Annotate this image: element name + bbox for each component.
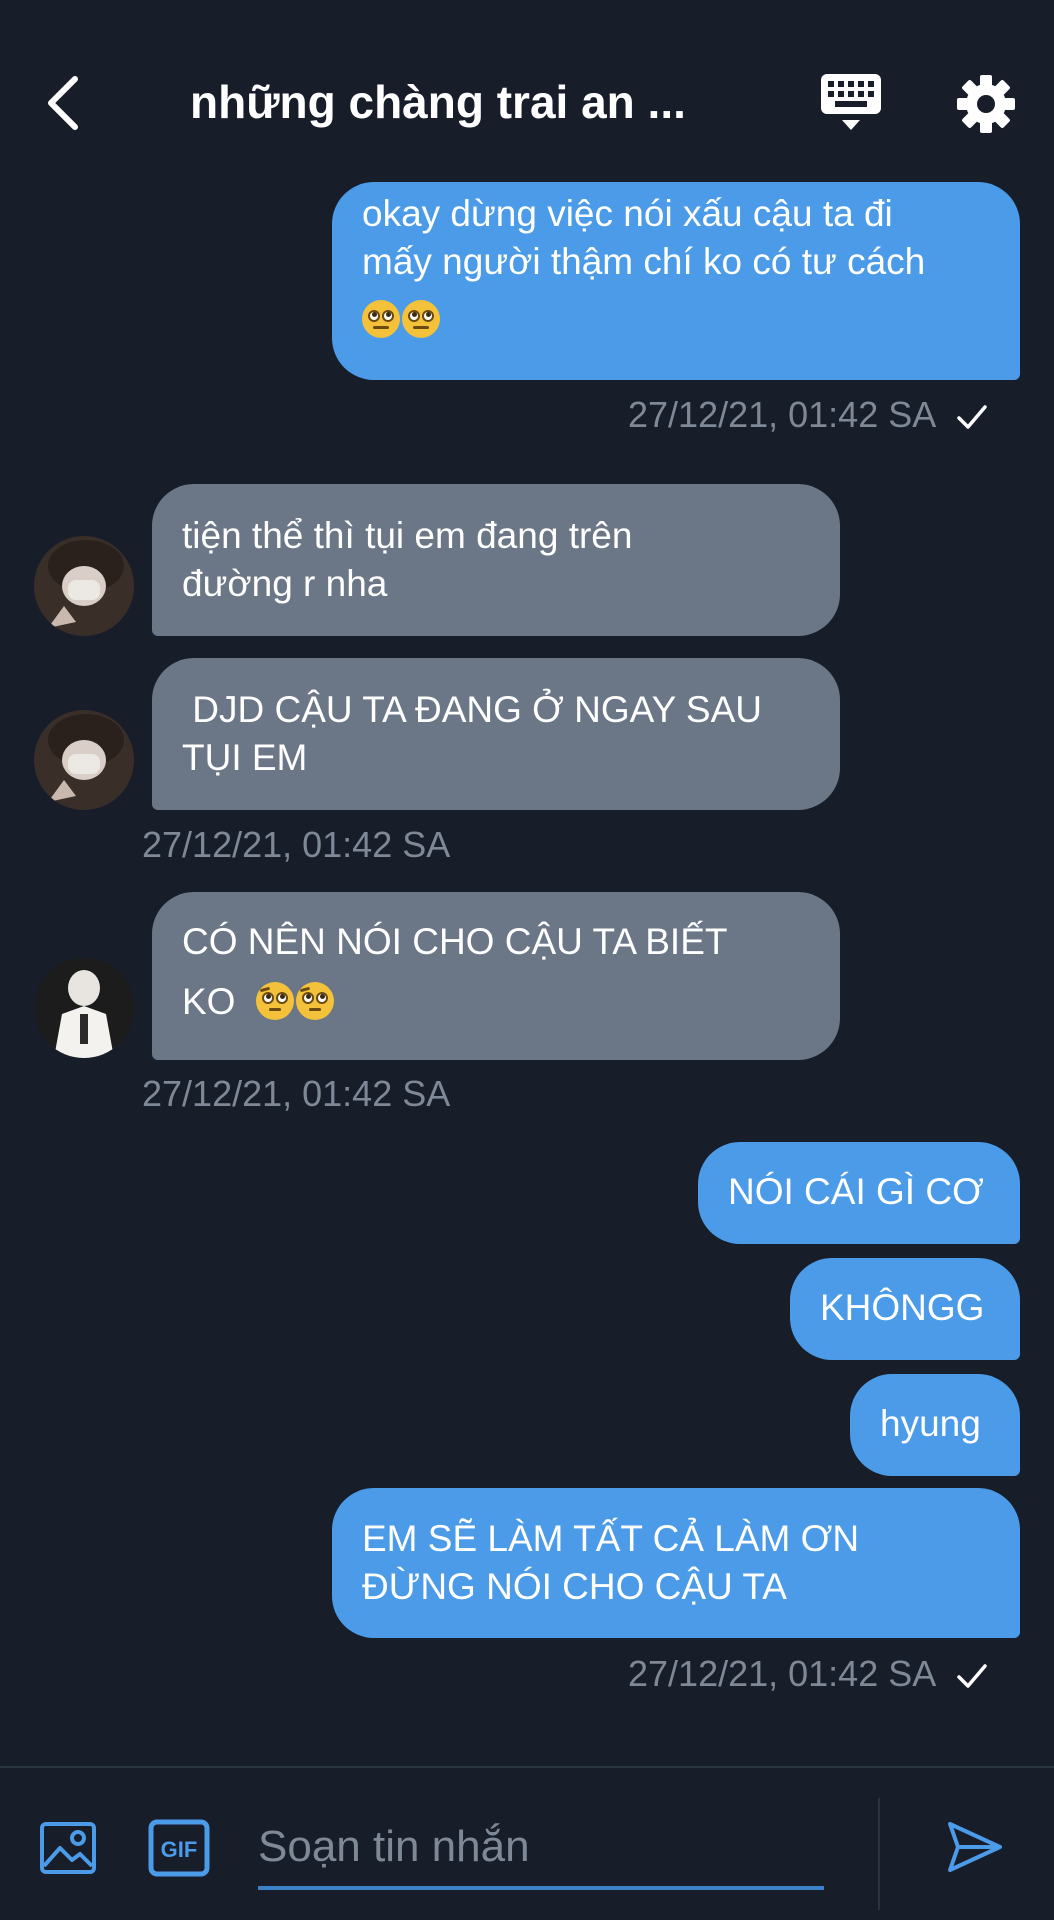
message-line: đường r nha <box>182 563 388 604</box>
message-outgoing[interactable]: EM SẼ LÀM TẤT CẢ LÀM ƠN ĐỪNG NÓI CHO CẬU… <box>332 1488 1020 1638</box>
message-line: TỤI EM <box>182 737 308 778</box>
message-timestamp: 27/12/21, 01:42 SA <box>142 1072 450 1116</box>
face-with-rolling-eyes-icon <box>402 300 440 338</box>
gif-label: GIF <box>161 1837 198 1862</box>
message-line: ĐỪNG NÓI CHO CẬU TA <box>362 1566 787 1607</box>
avatar[interactable] <box>34 710 134 810</box>
face-with-rolling-eyes-icon <box>362 300 400 338</box>
keyboard-button[interactable] <box>818 70 884 136</box>
avatar-image <box>34 536 134 636</box>
face-with-raised-eyebrow-icon <box>295 982 334 1020</box>
message-input[interactable] <box>258 1808 824 1890</box>
avatar[interactable] <box>34 536 134 636</box>
send-icon <box>948 1822 1002 1872</box>
message-line: tiện thể thì tụi em đang trên <box>182 515 633 556</box>
read-check-icon <box>957 1664 987 1689</box>
message-outgoing[interactable]: KHÔNGG <box>790 1258 1020 1360</box>
message-timestamp: 27/12/21, 01:42 SA <box>142 823 450 867</box>
keyboard-icon <box>821 74 881 130</box>
divider <box>878 1798 880 1910</box>
message-timestamp: 27/12/21, 01:42 SA <box>628 393 988 437</box>
message-line: KHÔNGG <box>820 1287 985 1328</box>
avatar[interactable] <box>34 958 134 1058</box>
timestamp-text: 27/12/21, 01:42 SA <box>628 394 937 435</box>
message-line: hyung <box>880 1403 981 1444</box>
timestamp-text: 27/12/21, 01:42 SA <box>142 824 451 865</box>
settings-button[interactable] <box>956 74 1016 134</box>
chevron-left-icon <box>48 76 78 130</box>
face-with-raised-eyebrow-icon <box>255 982 294 1020</box>
message-outgoing[interactable]: okay dừng việc nói xấu cậu ta đi mấy ngư… <box>332 182 1020 380</box>
avatar-image <box>34 958 134 1058</box>
chat-screen: những chàng trai an ... okay dừng việc n… <box>0 0 1054 1920</box>
message-line: CÓ NÊN NÓI CHO CẬU TA BIẾT <box>182 921 728 962</box>
timestamp-text: 27/12/21, 01:42 SA <box>142 1073 451 1114</box>
avatar-image <box>34 710 134 810</box>
message-line-with-emoji: KO <box>182 978 810 1026</box>
message-line: okay dừng việc nói xấu cậu ta đi <box>362 193 893 234</box>
message-line: EM SẼ LÀM TẤT CẢ LÀM ƠN <box>362 1518 860 1559</box>
timestamp-text: 27/12/21, 01:42 SA <box>628 1653 937 1694</box>
send-button[interactable] <box>944 1816 1006 1878</box>
gear-icon <box>957 75 1015 133</box>
message-line: DJD CẬU TA ĐANG Ở NGAY SAU <box>182 689 762 730</box>
emoji-row <box>362 296 990 344</box>
gif-button[interactable]: GIF <box>148 1818 210 1878</box>
back-button[interactable] <box>38 68 88 138</box>
message-timestamp: 27/12/21, 01:42 SA <box>628 1652 988 1696</box>
message-incoming[interactable]: tiện thể thì tụi em đang trên đường r nh… <box>152 484 840 636</box>
message-incoming[interactable]: CÓ NÊN NÓI CHO CẬU TA BIẾT KO <box>152 892 840 1060</box>
image-icon <box>40 1822 96 1874</box>
gif-icon: GIF <box>148 1819 210 1877</box>
chat-header: những chàng trai an ... <box>0 0 1054 175</box>
message-line: mấy người thậm chí ko có tư cách <box>362 241 926 282</box>
message-line: NÓI CÁI GÌ CƠ <box>728 1171 984 1212</box>
message-line: KO <box>182 981 236 1022</box>
read-check-icon <box>957 405 987 430</box>
composer-bar: GIF <box>0 1766 1054 1920</box>
conversation-title[interactable]: những chàng trai an ... <box>190 72 750 132</box>
message-outgoing[interactable]: NÓI CÁI GÌ CƠ <box>698 1142 1020 1244</box>
attach-image-button[interactable] <box>38 1818 98 1878</box>
message-incoming[interactable]: DJD CẬU TA ĐANG Ở NGAY SAU TỤI EM <box>152 658 840 810</box>
message-outgoing[interactable]: hyung <box>850 1374 1020 1476</box>
